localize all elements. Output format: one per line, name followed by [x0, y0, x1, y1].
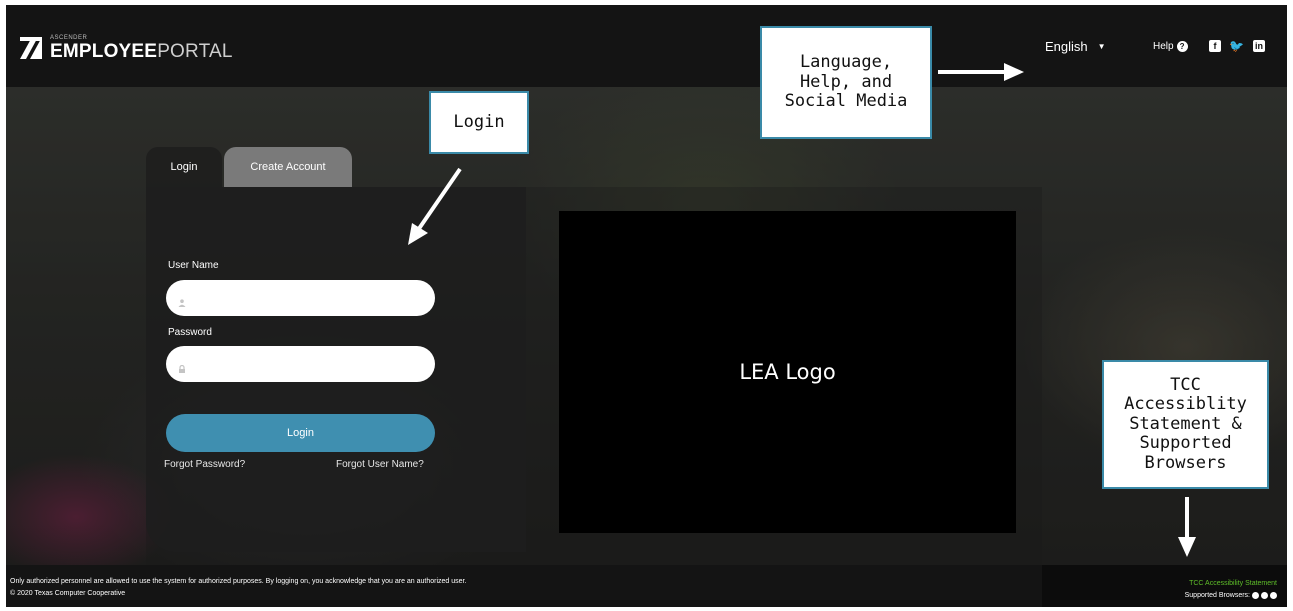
linkedin-icon[interactable]: in [1253, 40, 1265, 52]
callout-login-text: Login [453, 111, 505, 132]
logo-light-text: PORTAL [157, 41, 233, 62]
facebook-icon[interactable]: f [1209, 40, 1221, 52]
safari-icon[interactable] [1270, 592, 1277, 599]
forgot-password-link[interactable]: Forgot Password? [164, 459, 245, 470]
forgot-username-link[interactable]: Forgot User Name? [336, 459, 424, 470]
copyright-text: © 2020 Texas Computer Cooperative [10, 590, 126, 597]
language-select[interactable]: English ▼ [1045, 39, 1106, 54]
callout-language-line-1: Language, [799, 52, 893, 73]
callout-language-help-social: Language, Help, and Social Media [760, 26, 932, 139]
password-field[interactable] [166, 346, 435, 382]
lea-logo-placeholder: LEA Logo [559, 211, 1016, 533]
ascender-logo-icon [18, 35, 44, 61]
user-icon [178, 294, 186, 307]
lea-logo-text: LEA Logo [739, 360, 836, 384]
callout-tcc-arrow [1178, 497, 1196, 557]
portal-screenshot: ASCENDER EMPLOYEEPORTAL English ▼ Help ?… [6, 5, 1287, 607]
callout-tcc-line-3: Statement & [1129, 413, 1242, 434]
callout-tcc-line-5: Browsers [1144, 452, 1227, 473]
language-label: English [1045, 39, 1088, 54]
help-link[interactable]: Help ? [1153, 41, 1188, 52]
callout-language-line-2: Help, and [799, 71, 893, 92]
logo-bold-text: EMPLOYEE [50, 41, 158, 62]
supported-browsers-label: Supported Browsers: [1184, 592, 1250, 599]
authorized-use-notice: Only authorized personnel are allowed to… [10, 578, 467, 585]
footer: Only authorized personnel are allowed to… [6, 565, 1287, 607]
chrome-icon[interactable] [1252, 592, 1259, 599]
callout-login: Login [429, 91, 529, 154]
username-field[interactable] [166, 280, 435, 316]
callout-tcc-line-1: TCC [1170, 374, 1201, 395]
callout-login-arrow [408, 167, 462, 245]
callout-language-arrow [938, 63, 1024, 81]
callout-tcc-line-4: Supported [1139, 433, 1232, 454]
question-circle-icon: ? [1176, 41, 1188, 52]
login-button[interactable]: Login [166, 414, 435, 452]
lock-icon [178, 360, 186, 373]
caret-down-icon: ▼ [1097, 42, 1106, 51]
header-bar: ASCENDER EMPLOYEEPORTAL English ▼ Help ?… [6, 5, 1287, 87]
tab-create-account[interactable]: Create Account [224, 147, 352, 187]
password-input[interactable] [192, 357, 422, 371]
username-input[interactable] [192, 291, 422, 305]
callout-language-line-3: Social Media [784, 91, 908, 112]
username-label: User Name [168, 260, 219, 271]
footer-right-area: TCC Accessibility Statement Supported Br… [1042, 565, 1287, 607]
callout-tcc-line-2: Accessiblity [1124, 394, 1247, 415]
password-label: Password [168, 327, 212, 338]
tab-login[interactable]: Login [146, 147, 222, 187]
firefox-icon[interactable] [1261, 592, 1268, 599]
ascender-employee-portal-logo[interactable]: ASCENDER EMPLOYEEPORTAL [18, 35, 233, 61]
twitter-icon[interactable]: 🐦 [1229, 40, 1244, 52]
help-label: Help [1153, 41, 1174, 52]
tcc-accessibility-link[interactable]: TCC Accessibility Statement [1189, 580, 1277, 587]
callout-tcc-browsers: TCC Accessiblity Statement & Supported B… [1102, 360, 1269, 489]
supported-browsers: Supported Browsers: [1185, 592, 1277, 599]
